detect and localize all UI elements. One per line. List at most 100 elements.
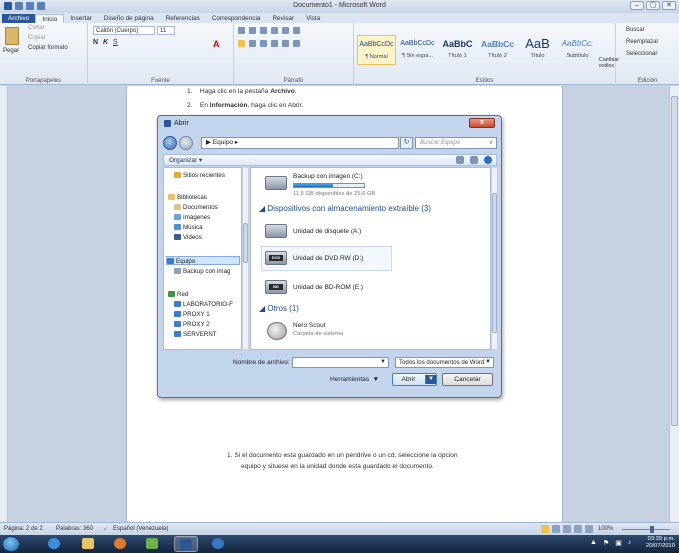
shading-icon[interactable] [293,40,300,47]
taskbar-help[interactable] [206,536,230,552]
chevron-up-icon[interactable]: ▲ [590,539,597,547]
font-name-box[interactable]: Calibri (Cuerpo) [93,26,155,35]
chevron-down-icon[interactable]: ▼ [485,358,491,367]
tab-archivo[interactable]: Archivo [2,14,36,23]
help-icon[interactable] [484,156,492,164]
drive-c-name[interactable]: Backup con imagen (C:) [293,173,363,180]
word-count[interactable]: Palabras: 360 [56,526,93,532]
tab-diseno[interactable]: Diseño de página [98,14,160,23]
views-icon[interactable] [456,156,464,164]
removable-header[interactable]: ◢ Dispositivos con almacenamiento extraí… [259,204,431,213]
justify-icon[interactable] [271,40,278,47]
nav-libraries[interactable]: Bibliotecas [168,193,207,202]
clock[interactable]: 03:39 p.m. 20/07/2010 [646,536,675,550]
nav-scrollbar-thumb[interactable] [243,223,248,263]
close-button[interactable]: ✕ [662,1,676,10]
draft-icon[interactable] [585,525,593,533]
dialog-close-button[interactable]: x [469,118,495,128]
web-layout-icon[interactable] [563,525,571,533]
proofing-icon[interactable]: ✓ [103,526,108,533]
style-heading1[interactable]: AaBbC Título 1 [438,35,477,65]
zoom-slider[interactable] [622,529,670,530]
nav-backup-drive[interactable]: Backup con imag [174,267,230,276]
nav-proxy2[interactable]: PROXY 2 [174,320,210,329]
nav-scrollbar[interactable] [242,167,249,350]
tab-correspondencia[interactable]: Correspondencia [206,14,267,23]
paste-icon[interactable] [5,27,19,45]
chevron-down-icon[interactable]: ▼ [380,358,386,367]
bullets-icon[interactable] [238,27,245,34]
search-input[interactable]: Buscar Equipo ⌕ [415,137,497,149]
taskbar-ie[interactable] [42,536,66,552]
filetype-select[interactable]: Todos los documentos de Word ▼ [395,357,494,368]
tab-referencias[interactable]: Referencias [160,14,206,23]
taskbar-word[interactable] [174,536,198,552]
nav-proxy1[interactable]: PROXY 1 [174,310,210,319]
italic-button[interactable]: K [103,39,108,46]
align-center-icon[interactable] [249,40,256,47]
drive-a-name[interactable]: Unidad de disquete (A:) [293,228,361,235]
file-list-scrollbar-thumb[interactable] [492,193,497,333]
font-color-icon[interactable]: A [213,39,223,49]
refresh-icon[interactable]: ↻ [400,137,413,149]
tools-button[interactable]: Herramientas ▼ [330,376,379,383]
taskbar-media[interactable] [108,536,132,552]
nero-scout-name[interactable]: Nero Scout [293,322,326,329]
style-normal[interactable]: AaBbCcDc ¶ Normal [357,35,396,65]
multilevel-icon[interactable] [260,27,267,34]
pilcrow-icon[interactable] [293,27,300,34]
cancel-button[interactable]: Cancelar [442,373,493,386]
print-layout-icon[interactable] [541,525,549,533]
back-icon[interactable]: ‹ [163,136,177,150]
style-heading2[interactable]: AaBbCc Título 2 [478,35,517,65]
paste-button[interactable]: Pegar [3,48,19,54]
line-spacing-icon[interactable] [282,40,289,47]
replace-button[interactable]: Reemplazar [626,39,658,45]
drive-e-name[interactable]: Unidad de BD-ROM (E:) [293,284,363,291]
find-button[interactable]: Buscar [626,27,645,33]
outline-icon[interactable] [574,525,582,533]
tab-revisar[interactable]: Revisar [266,14,300,23]
tab-inicio[interactable]: Inicio [35,14,65,23]
nav-pictures[interactable]: Imágenes [174,213,210,222]
nav-computer[interactable]: Equipo [166,256,240,265]
format-painter-button[interactable]: Copiar formato [28,45,68,51]
align-left-icon[interactable] [238,40,245,47]
document-scrollbar[interactable] [669,86,679,522]
full-screen-icon[interactable] [552,525,560,533]
taskbar-app[interactable] [140,536,164,552]
style-no-spacing[interactable]: AaBbCcDc ¶ Sin espa... [398,35,437,65]
nav-network[interactable]: Red [168,290,188,299]
zoom-level[interactable]: 100% [598,526,613,532]
maximize-button[interactable]: ▢ [646,1,660,10]
sort-icon[interactable] [282,27,289,34]
taskbar-explorer[interactable] [76,536,100,552]
nav-laboratorio[interactable]: LABORATORIO-F [174,300,233,309]
numbering-icon[interactable] [249,27,256,34]
scrollbar-thumb[interactable] [671,96,678,426]
nav-recent[interactable]: Sitios recientes [174,171,225,180]
preview-pane-icon[interactable] [470,156,478,164]
underline-button[interactable]: S [113,39,118,46]
nav-servernt[interactable]: SERVERNT [174,330,217,339]
open-button[interactable]: Abrir ▼ [392,373,437,386]
change-styles-button[interactable]: Cambiar estilos [599,57,619,69]
file-list-scrollbar[interactable] [491,167,498,350]
filename-input[interactable]: ▼ [292,357,389,368]
indent-icon[interactable] [271,27,278,34]
start-button[interactable] [2,536,20,552]
tab-vista[interactable]: Vista [300,14,326,23]
copy-button[interactable]: Copiar [28,35,46,41]
zoom-slider-thumb[interactable] [650,526,654,533]
volume-icon[interactable]: ♪ [628,539,632,547]
page-count[interactable]: Página: 2 de 2 [4,526,43,532]
language[interactable]: Español (Venezuela) [113,526,168,532]
others-header[interactable]: ◢ Otros (1) [259,304,299,313]
nav-documents[interactable]: Documentos [174,203,218,212]
nav-music[interactable]: Música [174,223,203,232]
flag-icon[interactable]: ⚑ [603,539,609,547]
drive-d-name[interactable]: Unidad de DVD RW (D:) [293,255,363,262]
network-icon[interactable]: ▣ [615,539,622,547]
select-button[interactable]: Seleccionar [626,51,657,57]
bold-button[interactable]: N [93,39,98,46]
